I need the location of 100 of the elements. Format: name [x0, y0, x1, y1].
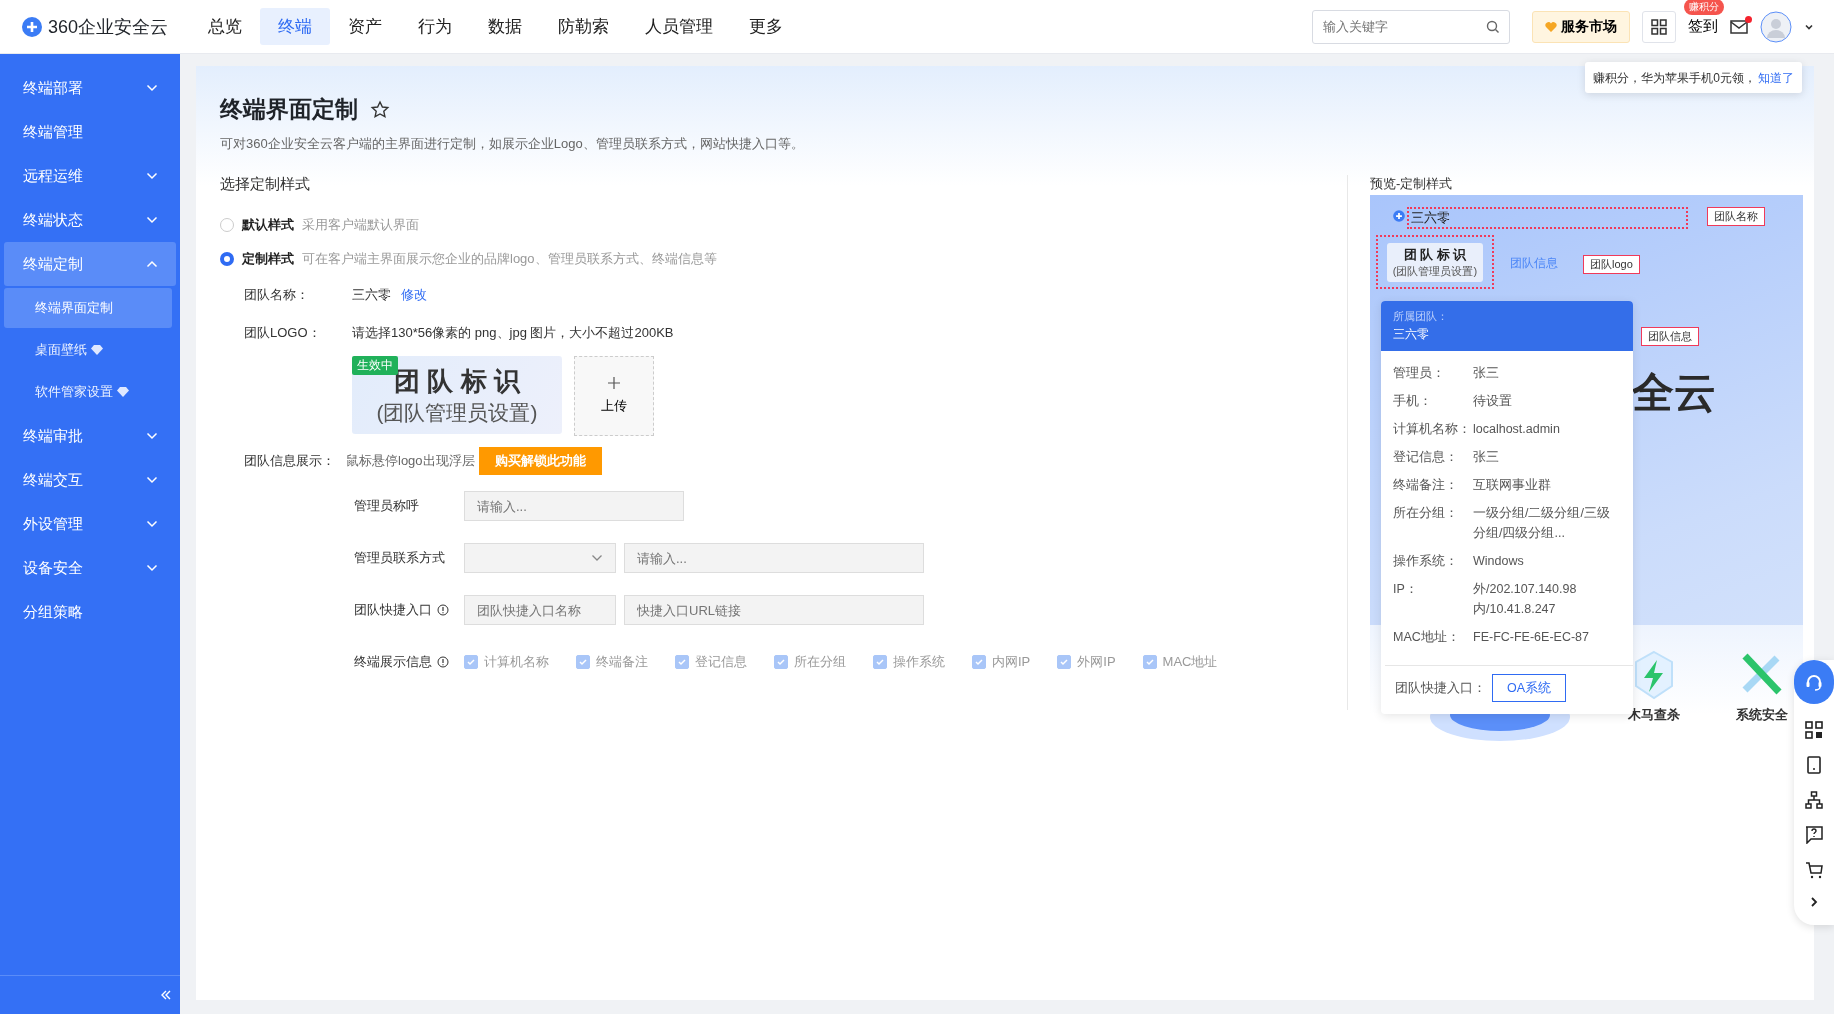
checkbox[interactable] — [972, 655, 986, 669]
nav-tab[interactable]: 更多 — [731, 8, 801, 45]
annotation-tag: 团队名称 — [1707, 207, 1765, 226]
avatar-icon[interactable] — [1760, 10, 1792, 43]
support-button[interactable] — [1794, 660, 1834, 704]
radio-label: 定制样式 — [242, 250, 294, 268]
team-name: 三六零 — [1411, 209, 1450, 227]
search-field[interactable]: 输入关键字 — [1312, 9, 1510, 44]
logo-title: 团 队 标 识 — [1403, 245, 1467, 264]
headset-icon — [1804, 672, 1824, 692]
sidebar-item[interactable]: 终端审批 — [4, 414, 176, 458]
apps-button[interactable] — [1642, 10, 1676, 43]
info-value: 外/202.107.140.98 内/10.41.8.247 — [1473, 581, 1577, 618]
mail-icon[interactable] — [1730, 18, 1748, 35]
sidebar-item[interactable]: 分组策略 — [4, 590, 176, 634]
field-label: 团队LOGO： — [244, 324, 322, 342]
hierarchy-icon[interactable] — [1805, 791, 1823, 809]
nav-tab[interactable]: 总览 — [190, 8, 260, 45]
check-icon — [1059, 657, 1070, 667]
chevron-right-icon[interactable] — [1810, 896, 1818, 908]
logo-subtitle: (团队管理员设置) — [376, 399, 538, 426]
info-value: Windows — [1473, 553, 1524, 570]
info-label: 计算机名称： — [1393, 421, 1472, 438]
checkbox-label: 登记信息 — [695, 653, 747, 671]
got-it-link[interactable]: 知道了 — [1758, 71, 1794, 85]
info-value: FE-FC-FE-6E-EC-87 — [1473, 629, 1589, 646]
tip-text: 赚积分，华为苹果手机0元领， 知道了 — [1593, 71, 1794, 85]
sidebar-item[interactable]: 终端部署 — [4, 66, 176, 110]
annotation-tag: 团队信息 — [1641, 327, 1699, 346]
nav-tab[interactable]: 资产 — [330, 8, 400, 45]
sidebar-item[interactable]: 终端状态 — [4, 198, 176, 242]
sidebar-item[interactable]: 设备安全 — [4, 546, 176, 590]
field-label: 终端展示信息 — [354, 653, 432, 671]
field-label: 团队名称： — [244, 286, 310, 304]
checkbox[interactable] — [576, 655, 590, 669]
qr-code-icon[interactable] — [1805, 721, 1823, 739]
chevron-icon — [591, 554, 603, 562]
logo-hint: 请选择130*56像素的 png、jpg 图片，大小不超过200KB — [352, 324, 674, 342]
field-label: 管理员联系方式 — [354, 549, 446, 567]
favorite-star-icon[interactable] — [370, 99, 390, 120]
feature-label: 系统安全 — [1736, 706, 1788, 724]
checkbox[interactable] — [1057, 655, 1072, 669]
info-label: 操作系统： — [1393, 553, 1459, 570]
team-name: 三六零 — [1393, 326, 1430, 343]
checkbox-label: 外网IP — [1077, 653, 1116, 671]
info-hint: 鼠标悬停logo出现浮层 — [346, 452, 475, 470]
section-title: 选择定制样式 — [220, 175, 311, 194]
sidebar-item[interactable]: 终端管理 — [4, 110, 176, 154]
logo-subtitle: (团队管理员设置) — [1392, 263, 1478, 279]
preview-title: 预览-定制样式 — [1370, 175, 1454, 193]
upload-button[interactable]: 上传 — [574, 356, 654, 436]
sidebar-item[interactable]: 终端交互 — [4, 458, 176, 502]
logo-icon — [20, 14, 44, 39]
nav-tab[interactable]: 人员管理 — [627, 8, 731, 45]
checkbox[interactable] — [873, 655, 887, 669]
lightning-shield-icon — [1632, 650, 1676, 700]
checkbox[interactable] — [1142, 655, 1157, 669]
phone-icon[interactable] — [1807, 756, 1821, 774]
info-value: 一级分组/二级分组/三级分组/四级分组... — [1473, 505, 1611, 542]
check-icon — [1144, 657, 1155, 667]
checkbox-label: 所在分组 — [794, 653, 846, 671]
checkin-button[interactable]: 签到 — [1688, 17, 1718, 36]
check-icon — [466, 657, 476, 667]
info-value: 张三 — [1473, 449, 1499, 466]
cart-icon[interactable] — [1805, 861, 1823, 879]
radio-button[interactable] — [220, 218, 234, 232]
sidebar-subitem[interactable]: 软件管家设置 — [4, 372, 172, 412]
points-badge: 赚积分 — [1684, 0, 1724, 15]
checkbox-label: 终端备注 — [596, 653, 648, 671]
nav-tab[interactable]: 防勒索 — [540, 8, 627, 45]
check-icon — [776, 657, 786, 667]
nav-tab[interactable]: 数据 — [470, 8, 540, 45]
sidebar-item[interactable]: 终端定制 — [4, 242, 176, 286]
edit-link[interactable]: 修改 — [401, 286, 427, 304]
collapse-icon[interactable] — [160, 990, 172, 1000]
service-market-button[interactable]: 服务市场 — [1532, 10, 1630, 43]
sidebar-subitem[interactable]: 桌面壁纸 — [4, 330, 172, 370]
checkbox[interactable] — [675, 655, 689, 669]
option-hint: 采用客户端默认界面 — [302, 216, 419, 234]
checkbox[interactable] — [464, 655, 478, 669]
info-label: 手机： — [1393, 393, 1433, 410]
info-label: MAC地址： — [1393, 629, 1461, 646]
brand-name: 360企业安全云 — [48, 15, 169, 39]
info-icon — [437, 604, 449, 616]
shortcut-button[interactable]: OA系统 — [1492, 674, 1567, 702]
checkbox-label: 操作系统 — [893, 653, 945, 671]
select-field[interactable] — [464, 543, 616, 573]
info-value: localhost.admin — [1473, 421, 1560, 438]
info-icon — [437, 656, 449, 668]
nav-tab[interactable]: 终端 — [260, 8, 330, 45]
radio-button[interactable] — [220, 252, 234, 266]
info-label: 终端备注： — [1393, 477, 1459, 494]
sidebar-item[interactable]: 外设管理 — [4, 502, 176, 546]
page-title: 终端界面定制 — [220, 95, 358, 124]
help-chat-icon[interactable] — [1805, 826, 1823, 844]
checkbox[interactable] — [774, 655, 788, 669]
plus-icon — [608, 377, 620, 389]
nav-tab[interactable]: 行为 — [400, 8, 470, 45]
sidebar-item[interactable]: 远程运维 — [4, 154, 176, 198]
sidebar-subitem[interactable]: 终端界面定制 — [4, 288, 172, 328]
